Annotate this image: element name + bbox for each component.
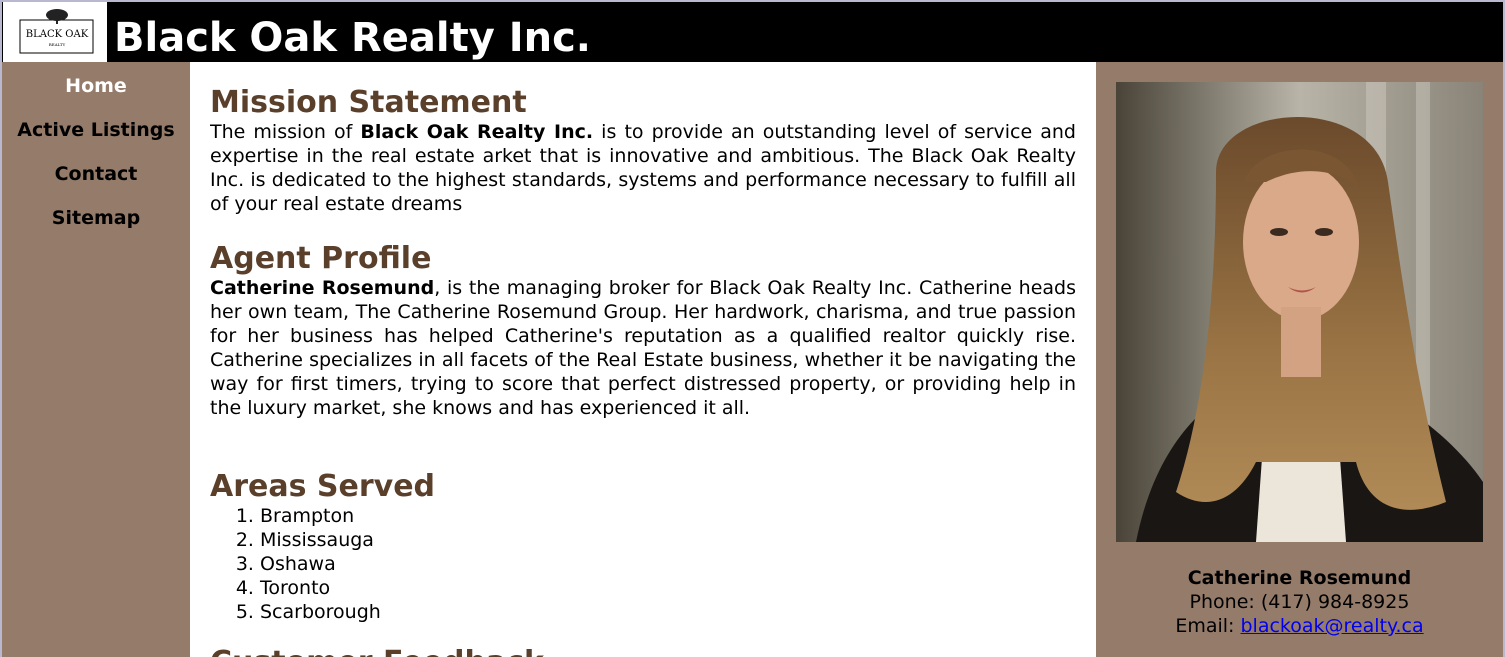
list-item: Oshawa bbox=[260, 552, 1076, 576]
list-item: Brampton bbox=[260, 504, 1076, 528]
logo-text: BLACK OAK bbox=[26, 29, 89, 40]
nav-item-sitemap[interactable]: Sitemap bbox=[2, 196, 190, 240]
agent-phone: Phone: (417) 984-8925 bbox=[1189, 591, 1410, 613]
list-item: Mississauga bbox=[260, 528, 1076, 552]
site-header: BLACK OAK REALTY Black Oak Realty Inc. bbox=[2, 2, 1503, 62]
list-item: Scarborough bbox=[260, 600, 1076, 624]
sidebar-nav: Home Active Listings Contact Sitemap bbox=[2, 62, 190, 657]
agent-sidebar: Catherine Rosemund Phone: (417) 984-8925… bbox=[1096, 62, 1503, 657]
page-frame: BLACK OAK REALTY Black Oak Realty Inc. H… bbox=[0, 0, 1505, 657]
agent-email-link[interactable]: blackoak@realty.ca bbox=[1241, 615, 1424, 637]
main-content: Mission Statement The mission of Black O… bbox=[210, 62, 1076, 657]
areas-list: Brampton Mississauga Oshawa Toronto Scar… bbox=[210, 504, 1076, 624]
oak-tree-icon: BLACK OAK REALTY bbox=[19, 9, 94, 54]
agent-profile-section: Agent Profile Catherine Rosemund, is the… bbox=[210, 242, 1076, 420]
areas-served-section: Areas Served Brampton Mississauga Oshawa… bbox=[210, 470, 1076, 624]
mission-heading: Mission Statement bbox=[210, 85, 527, 120]
agent-name-bold: Catherine Rosemund bbox=[210, 277, 435, 299]
customer-feedback-heading: Customer Feedback bbox=[210, 646, 1076, 657]
nav-item-active-listings[interactable]: Active Listings bbox=[2, 108, 190, 152]
logo-subtext: REALTY bbox=[49, 42, 66, 47]
nav-item-contact[interactable]: Contact bbox=[2, 152, 190, 196]
agent-email-row: Email: blackoak@realty.ca bbox=[1096, 614, 1503, 638]
agent-email-label: Email: bbox=[1175, 615, 1241, 637]
nav-item-home[interactable]: Home bbox=[2, 64, 190, 108]
mission-text: The mission of Black Oak Realty Inc. is … bbox=[210, 120, 1076, 216]
company-name: Black Oak Realty Inc. bbox=[360, 121, 594, 143]
agent-photo bbox=[1116, 82, 1483, 542]
agent-portrait-image bbox=[1116, 82, 1483, 542]
agent-contact-card: Catherine Rosemund Phone: (417) 984-8925… bbox=[1096, 566, 1503, 638]
mission-section: Mission Statement The mission of Black O… bbox=[210, 86, 1076, 216]
list-item: Toronto bbox=[260, 576, 1076, 600]
agent-name: Catherine Rosemund bbox=[1187, 567, 1412, 589]
areas-served-heading: Areas Served bbox=[210, 469, 436, 504]
logo[interactable]: BLACK OAK REALTY bbox=[3, 2, 107, 62]
agent-profile-heading: Agent Profile bbox=[210, 241, 432, 276]
customer-feedback-section: Customer Feedback bbox=[210, 646, 1076, 657]
site-title: Black Oak Realty Inc. bbox=[114, 15, 591, 61]
agent-profile-text: Catherine Rosemund, is the managing brok… bbox=[210, 276, 1076, 420]
mission-text-start: The mission of bbox=[210, 121, 361, 143]
